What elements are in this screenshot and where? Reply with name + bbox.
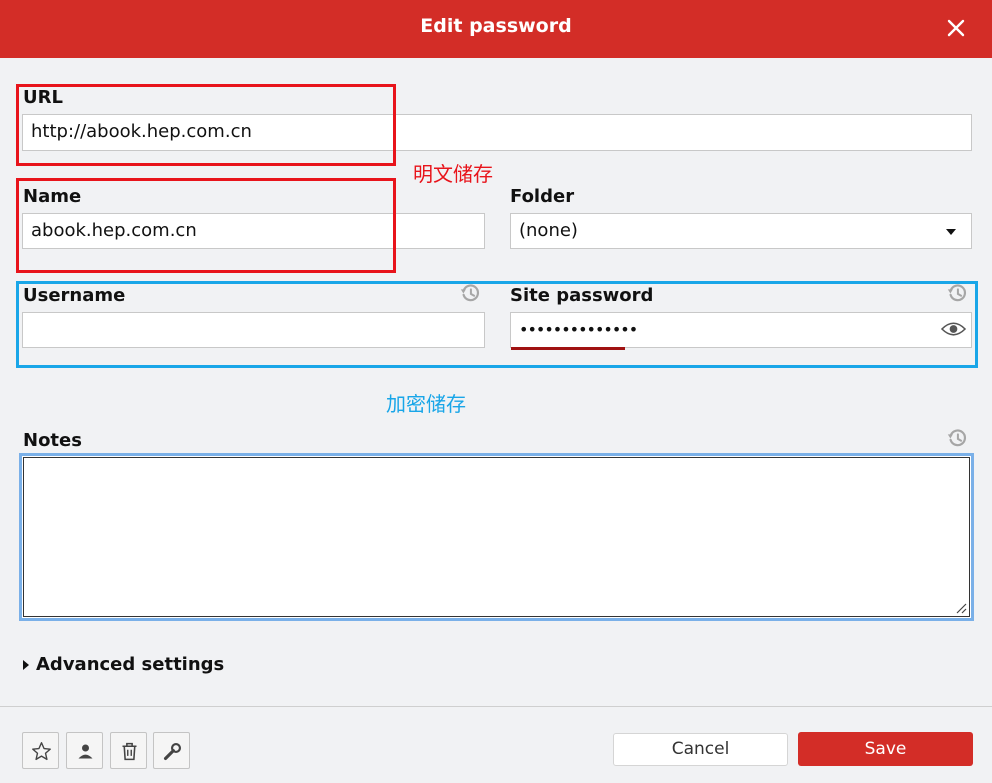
favorite-button[interactable] (22, 732, 59, 769)
resize-grip-icon[interactable] (956, 603, 967, 614)
close-icon (947, 19, 965, 37)
trash-icon (122, 742, 137, 761)
share-button[interactable] (66, 732, 103, 769)
name-annotation-box (16, 178, 396, 273)
caret-right-icon (23, 660, 29, 670)
notes-textarea[interactable] (19, 453, 974, 621)
share-user-icon (78, 744, 93, 759)
cancel-button[interactable]: Cancel (613, 733, 788, 766)
close-button[interactable] (944, 16, 968, 40)
url-annotation-box (16, 84, 396, 166)
tools-button[interactable] (153, 732, 190, 769)
wrench-icon (163, 742, 182, 761)
notes-textarea-inner (23, 457, 970, 617)
notes-history-icon[interactable] (946, 427, 968, 449)
folder-select-value: (none) (519, 220, 578, 241)
dialog-title: Edit password (420, 15, 572, 37)
notes-label: Notes (23, 430, 82, 451)
star-icon (32, 742, 51, 761)
folder-label: Folder (510, 186, 575, 207)
advanced-settings-label: Advanced settings (36, 654, 225, 675)
dialog-header: Edit password (0, 0, 992, 58)
folder-select[interactable]: (none) (510, 213, 972, 249)
plaintext-annotation: 明文储存 (413, 162, 493, 186)
encrypted-annotation: 加密储存 (386, 392, 466, 416)
delete-button[interactable] (110, 732, 147, 769)
credentials-annotation-box (16, 281, 978, 368)
footer-divider (0, 706, 992, 707)
save-button[interactable]: Save (798, 732, 973, 766)
caret-down-icon (946, 229, 956, 235)
